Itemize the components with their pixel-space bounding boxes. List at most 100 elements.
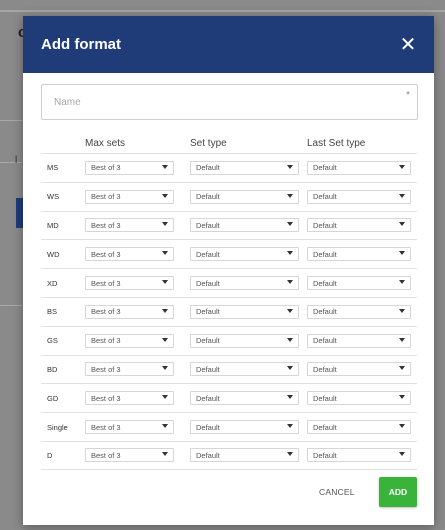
last-set-type-select[interactable]: Default <box>307 420 411 435</box>
set-type-select[interactable]: Default <box>190 448 299 463</box>
last-set-type-select-value: Default <box>313 393 337 403</box>
max-sets-select[interactable]: Best of 3 <box>85 189 174 204</box>
set-type-select[interactable]: Default <box>190 160 299 175</box>
table-row: XD Best of 3 Default Default <box>41 268 417 297</box>
caret-down-icon <box>162 395 168 400</box>
max-sets-select[interactable]: Best of 3 <box>85 247 174 262</box>
set-type-select-value: Default <box>196 249 220 259</box>
last-set-type-select[interactable]: Default <box>307 304 411 319</box>
caret-down-icon <box>162 308 168 313</box>
caret-down-icon <box>162 366 168 371</box>
name-field[interactable]: * <box>41 84 418 120</box>
add-button[interactable]: ADD <box>379 477 417 507</box>
caret-down-icon <box>162 280 168 285</box>
set-type-select[interactable]: Default <box>190 420 299 435</box>
caret-down-icon <box>287 308 293 313</box>
row-code: MD <box>47 220 59 230</box>
close-icon[interactable]: ✕ <box>398 35 418 55</box>
set-type-select[interactable]: Default <box>190 218 299 233</box>
set-type-select-value: Default <box>196 307 220 317</box>
row-code: BS <box>47 307 58 317</box>
set-type-select[interactable]: Default <box>190 362 299 377</box>
table-row: MS Best of 3 Default Default <box>41 153 417 182</box>
caret-down-icon <box>399 222 405 227</box>
table-row: GS Best of 3 Default Default <box>41 325 417 355</box>
max-sets-select-value: Best of 3 <box>91 249 121 259</box>
row-code: Single <box>47 422 68 432</box>
caret-down-icon <box>399 193 405 198</box>
set-type-select-value: Default <box>196 192 220 202</box>
background-strip <box>0 10 445 12</box>
set-type-select[interactable]: Default <box>190 391 299 406</box>
set-type-select[interactable]: Default <box>190 304 299 319</box>
last-set-type-select[interactable]: Default <box>307 391 411 406</box>
max-sets-select[interactable]: Best of 3 <box>85 333 174 348</box>
caret-down-icon <box>287 424 293 429</box>
max-sets-select[interactable]: Best of 3 <box>85 448 174 463</box>
max-sets-select[interactable]: Best of 3 <box>85 218 174 233</box>
caret-down-icon <box>162 193 168 198</box>
set-type-select[interactable]: Default <box>190 247 299 262</box>
caret-down-icon <box>399 452 405 457</box>
last-set-type-select[interactable]: Default <box>307 218 411 233</box>
background-divider <box>0 305 22 306</box>
last-set-type-select-value: Default <box>313 450 337 460</box>
last-set-type-select[interactable]: Default <box>307 276 411 291</box>
max-sets-select-value: Best of 3 <box>91 192 121 202</box>
max-sets-select[interactable]: Best of 3 <box>85 160 174 175</box>
table-row: BD Best of 3 Default Default <box>41 354 417 384</box>
set-type-select[interactable]: Default <box>190 333 299 348</box>
caret-down-icon <box>399 251 405 256</box>
row-code: D <box>47 450 53 460</box>
max-sets-select-value: Best of 3 <box>91 278 121 288</box>
dialog-title: Add format <box>41 36 121 53</box>
caret-down-icon <box>162 452 168 457</box>
name-input[interactable] <box>54 96 405 108</box>
last-set-type-select[interactable]: Default <box>307 362 411 377</box>
caret-down-icon <box>399 395 405 400</box>
last-set-type-select[interactable]: Default <box>307 160 411 175</box>
max-sets-select[interactable]: Best of 3 <box>85 276 174 291</box>
max-sets-select-value: Best of 3 <box>91 450 121 460</box>
caret-down-icon <box>287 395 293 400</box>
caret-down-icon <box>162 424 168 429</box>
cancel-button[interactable]: CANCEL <box>319 483 355 501</box>
format-rows: MS Best of 3 Default Default WS Best of 3 Defa… <box>41 153 417 470</box>
max-sets-select[interactable]: Best of 3 <box>85 362 174 377</box>
caret-down-icon <box>162 251 168 256</box>
last-set-type-select-value: Default <box>313 278 337 288</box>
caret-down-icon <box>287 452 293 457</box>
row-code: WS <box>47 192 60 202</box>
set-type-select[interactable]: Default <box>190 276 299 291</box>
max-sets-select[interactable]: Best of 3 <box>85 391 174 406</box>
caret-down-icon <box>399 424 405 429</box>
set-type-select[interactable]: Default <box>190 189 299 204</box>
max-sets-select[interactable]: Best of 3 <box>85 304 174 319</box>
table-row: MD Best of 3 Default Default <box>41 210 417 240</box>
background-tick: l <box>15 155 18 166</box>
last-set-type-select-value: Default <box>313 336 337 346</box>
caret-down-icon <box>162 337 168 342</box>
last-set-type-select[interactable]: Default <box>307 448 411 463</box>
max-sets-select-value: Best of 3 <box>91 220 121 230</box>
column-headers: Max sets Set type Last Set type <box>23 138 434 152</box>
last-set-type-select[interactable]: Default <box>307 333 411 348</box>
max-sets-select-value: Best of 3 <box>91 393 121 403</box>
last-set-type-select[interactable]: Default <box>307 189 411 204</box>
last-set-type-select-value: Default <box>313 422 337 432</box>
last-set-type-select-value: Default <box>313 249 337 259</box>
table-row: GD Best of 3 Default Default <box>41 383 417 412</box>
caret-down-icon <box>162 164 168 169</box>
last-set-type-select[interactable]: Default <box>307 247 411 262</box>
caret-down-icon <box>399 337 405 342</box>
table-row: BS Best of 3 Default Default <box>41 296 417 326</box>
last-set-type-select-value: Default <box>313 364 337 374</box>
max-sets-select-value: Best of 3 <box>91 163 121 173</box>
row-code: XD <box>47 278 58 288</box>
max-sets-select-value: Best of 3 <box>91 336 121 346</box>
last-set-type-select-value: Default <box>313 163 337 173</box>
caret-down-icon <box>287 280 293 285</box>
caret-down-icon <box>287 222 293 227</box>
max-sets-select[interactable]: Best of 3 <box>85 420 174 435</box>
caret-down-icon <box>399 280 405 285</box>
